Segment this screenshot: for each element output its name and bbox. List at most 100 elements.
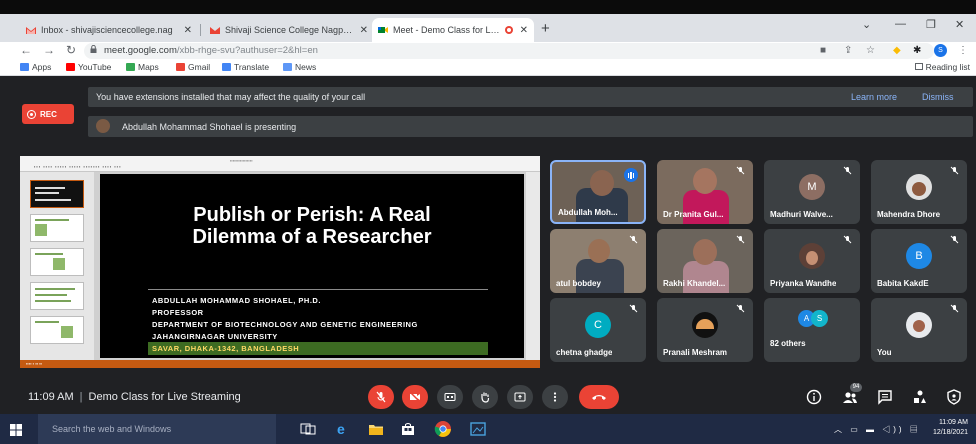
participant-name: You <box>877 348 892 357</box>
taskbar-search[interactable]: Search the web and Windows <box>38 414 276 444</box>
participant-tile[interactable]: M Madhuri Walve... <box>764 160 860 224</box>
participant-tile[interactable]: Abdullah Moh... <box>550 160 646 224</box>
close-icon[interactable]: ✕ <box>184 25 192 36</box>
taskbar-clock[interactable]: 11:09 AM 12/18/2021 <box>933 418 968 438</box>
shared-screen: ▪▪▪ ▪▪▪▪ ▪▪▪▪▪ ▪▪▪▪▪ ▪▪▪▪▪▪▪ ▪▪▪▪ ▪▪▪ ▪▪… <box>20 156 540 368</box>
url-text[interactable]: meet.google.com/xbb-rhge-svu?authuser=2&… <box>104 45 318 56</box>
raise-hand-button[interactable] <box>472 385 498 409</box>
reload-icon[interactable]: ↻ <box>66 43 76 57</box>
participant-tile[interactable]: Dr Pranita Gul... <box>657 160 753 224</box>
bookmark-translate[interactable]: Translate <box>222 62 269 72</box>
meeting-details-icon[interactable] <box>806 389 822 405</box>
participant-tile[interactable]: atul bobdey <box>550 229 646 293</box>
slide-thumbnail[interactable] <box>30 248 84 276</box>
tab-meet[interactable]: Meet - Demo Class for Live ✕ <box>372 18 534 42</box>
slide-thumbnail[interactable] <box>30 316 84 344</box>
learn-more-link[interactable]: Learn more <box>851 92 897 102</box>
others-tile[interactable]: A S 82 others <box>764 298 860 362</box>
avatar: S <box>811 310 828 327</box>
bookmark-star-icon[interactable]: ☆ <box>866 45 875 56</box>
ribbon-tabs: ▪▪▪ ▪▪▪▪ ▪▪▪▪▪ ▪▪▪▪▪ ▪▪▪▪▪▪▪ ▪▪▪▪ ▪▪▪ <box>34 164 122 169</box>
slide-thumbnail[interactable] <box>30 180 84 208</box>
mic-toggle-button[interactable] <box>368 385 394 409</box>
recording-badge: REC <box>22 104 74 124</box>
slide-thumbnail[interactable] <box>30 214 84 242</box>
host-controls-icon[interactable] <box>946 389 962 405</box>
camera-icon[interactable]: ■ <box>820 45 826 56</box>
activities-icon[interactable] <box>912 389 928 405</box>
leave-call-button[interactable] <box>579 385 619 409</box>
chrome-icon[interactable] <box>434 420 452 438</box>
tab-search-icon[interactable]: ⌄ <box>862 18 871 31</box>
presenting-banner: Abdullah Mohammad Shohael is presenting <box>88 116 973 137</box>
forward-icon[interactable]: → <box>43 43 55 57</box>
window-close-icon[interactable]: ✕ <box>955 18 964 31</box>
url-path: /xbb-rhge-svu?authuser=2&hl=en <box>176 45 318 56</box>
bookmark-youtube[interactable]: YouTube <box>66 62 111 72</box>
more-options-button[interactable] <box>542 385 568 409</box>
extension-warning-banner: You have extensions installed that may a… <box>88 87 973 107</box>
edge-icon[interactable]: e <box>335 422 351 436</box>
avatar: B <box>906 243 932 269</box>
dismiss-button[interactable]: Dismiss <box>922 92 954 102</box>
slide-thumbnail[interactable] <box>30 282 84 310</box>
minimize-icon[interactable]: — <box>895 18 906 30</box>
bookmark-maps[interactable]: Maps <box>126 62 159 72</box>
participant-tile[interactable]: Pranali Meshram <box>657 298 753 362</box>
status-text: ▪▪▪▪ ▪ ▪▪ ▪▪ <box>26 361 43 366</box>
participant-tile[interactable]: B Babita KakdE <box>871 229 967 293</box>
captions-icon <box>444 393 456 401</box>
avatar <box>906 174 932 200</box>
reading-list-icon <box>914 63 923 70</box>
camera-toggle-button[interactable] <box>402 385 428 409</box>
kebab-menu-icon[interactable]: ⋮ <box>958 45 968 56</box>
extension-icon[interactable]: ◆ <box>893 45 901 56</box>
task-view-icon[interactable] <box>300 422 316 436</box>
close-icon[interactable]: ✕ <box>360 25 368 36</box>
profile-avatar[interactable]: S <box>934 44 947 57</box>
mic-off-icon <box>629 235 638 244</box>
slide-scrollbar[interactable] <box>526 172 540 360</box>
puzzle-icon[interactable]: ✱ <box>913 45 921 56</box>
slide-thumbnails <box>20 172 94 360</box>
bookmark-apps[interactable]: Apps <box>20 62 51 72</box>
hand-icon <box>481 392 490 403</box>
close-icon[interactable]: ✕ <box>520 25 528 36</box>
chat-icon[interactable] <box>877 389 893 405</box>
tab-label: Inbox - shivajisciencecollege.nag <box>41 25 173 35</box>
participant-tile[interactable]: Mahendra Dhore <box>871 160 967 224</box>
restore-icon[interactable]: ❐ <box>926 18 936 31</box>
bookmark-news[interactable]: News <box>283 62 316 72</box>
reading-list[interactable]: Reading list <box>914 62 970 72</box>
system-tray-icons[interactable]: ︿ ▭ ▬ ◁)) ▤ <box>834 424 921 435</box>
record-icon <box>27 109 36 119</box>
participant-tile[interactable]: Priyanka Wandhe <box>764 229 860 293</box>
tab-divider <box>200 24 201 36</box>
windows-start-icon[interactable] <box>10 424 22 436</box>
bookmark-gmail[interactable]: Gmail <box>176 62 210 72</box>
slide-department: DEPARTMENT OF BIOTECHNOLOGY AND GENETIC … <box>152 320 418 329</box>
slide-author: ABDULLAH MOHAMMAD SHOHAEL, PH.D. <box>152 296 321 305</box>
store-icon[interactable] <box>400 422 416 436</box>
tab-label: Meet - Demo Class for Live <box>393 25 501 35</box>
slide-position: PROFESSOR <box>152 308 204 317</box>
captions-button[interactable] <box>437 385 463 409</box>
ribbon-title: ▪▪▪▪▪▪▪▪▪▪▪▪▪▪▪▪ <box>230 158 253 163</box>
tab-inbox[interactable]: Inbox - shivajisciencecollege.nag ✕ <box>20 18 198 42</box>
mic-off-icon <box>843 235 852 244</box>
avatar <box>96 119 110 133</box>
participant-tile[interactable]: C chetna ghadge <box>550 298 646 362</box>
new-tab-button[interactable]: + <box>541 20 550 37</box>
svg-text:e: e <box>337 422 345 436</box>
self-tile[interactable]: You <box>871 298 967 362</box>
participant-tile[interactable]: Rakhi Khandel... <box>657 229 753 293</box>
mic-off-icon <box>736 166 745 175</box>
mic-off-icon <box>950 304 959 313</box>
present-button[interactable] <box>507 385 533 409</box>
clock-time: 11:09 AM <box>938 419 968 426</box>
share-icon[interactable]: ⇪ <box>844 45 852 56</box>
photos-icon[interactable] <box>470 422 486 436</box>
file-explorer-icon[interactable] <box>368 422 384 436</box>
tab-college[interactable]: Shivaji Science College Nagpur I ✕ <box>204 18 374 42</box>
back-icon[interactable]: ← <box>20 43 32 57</box>
